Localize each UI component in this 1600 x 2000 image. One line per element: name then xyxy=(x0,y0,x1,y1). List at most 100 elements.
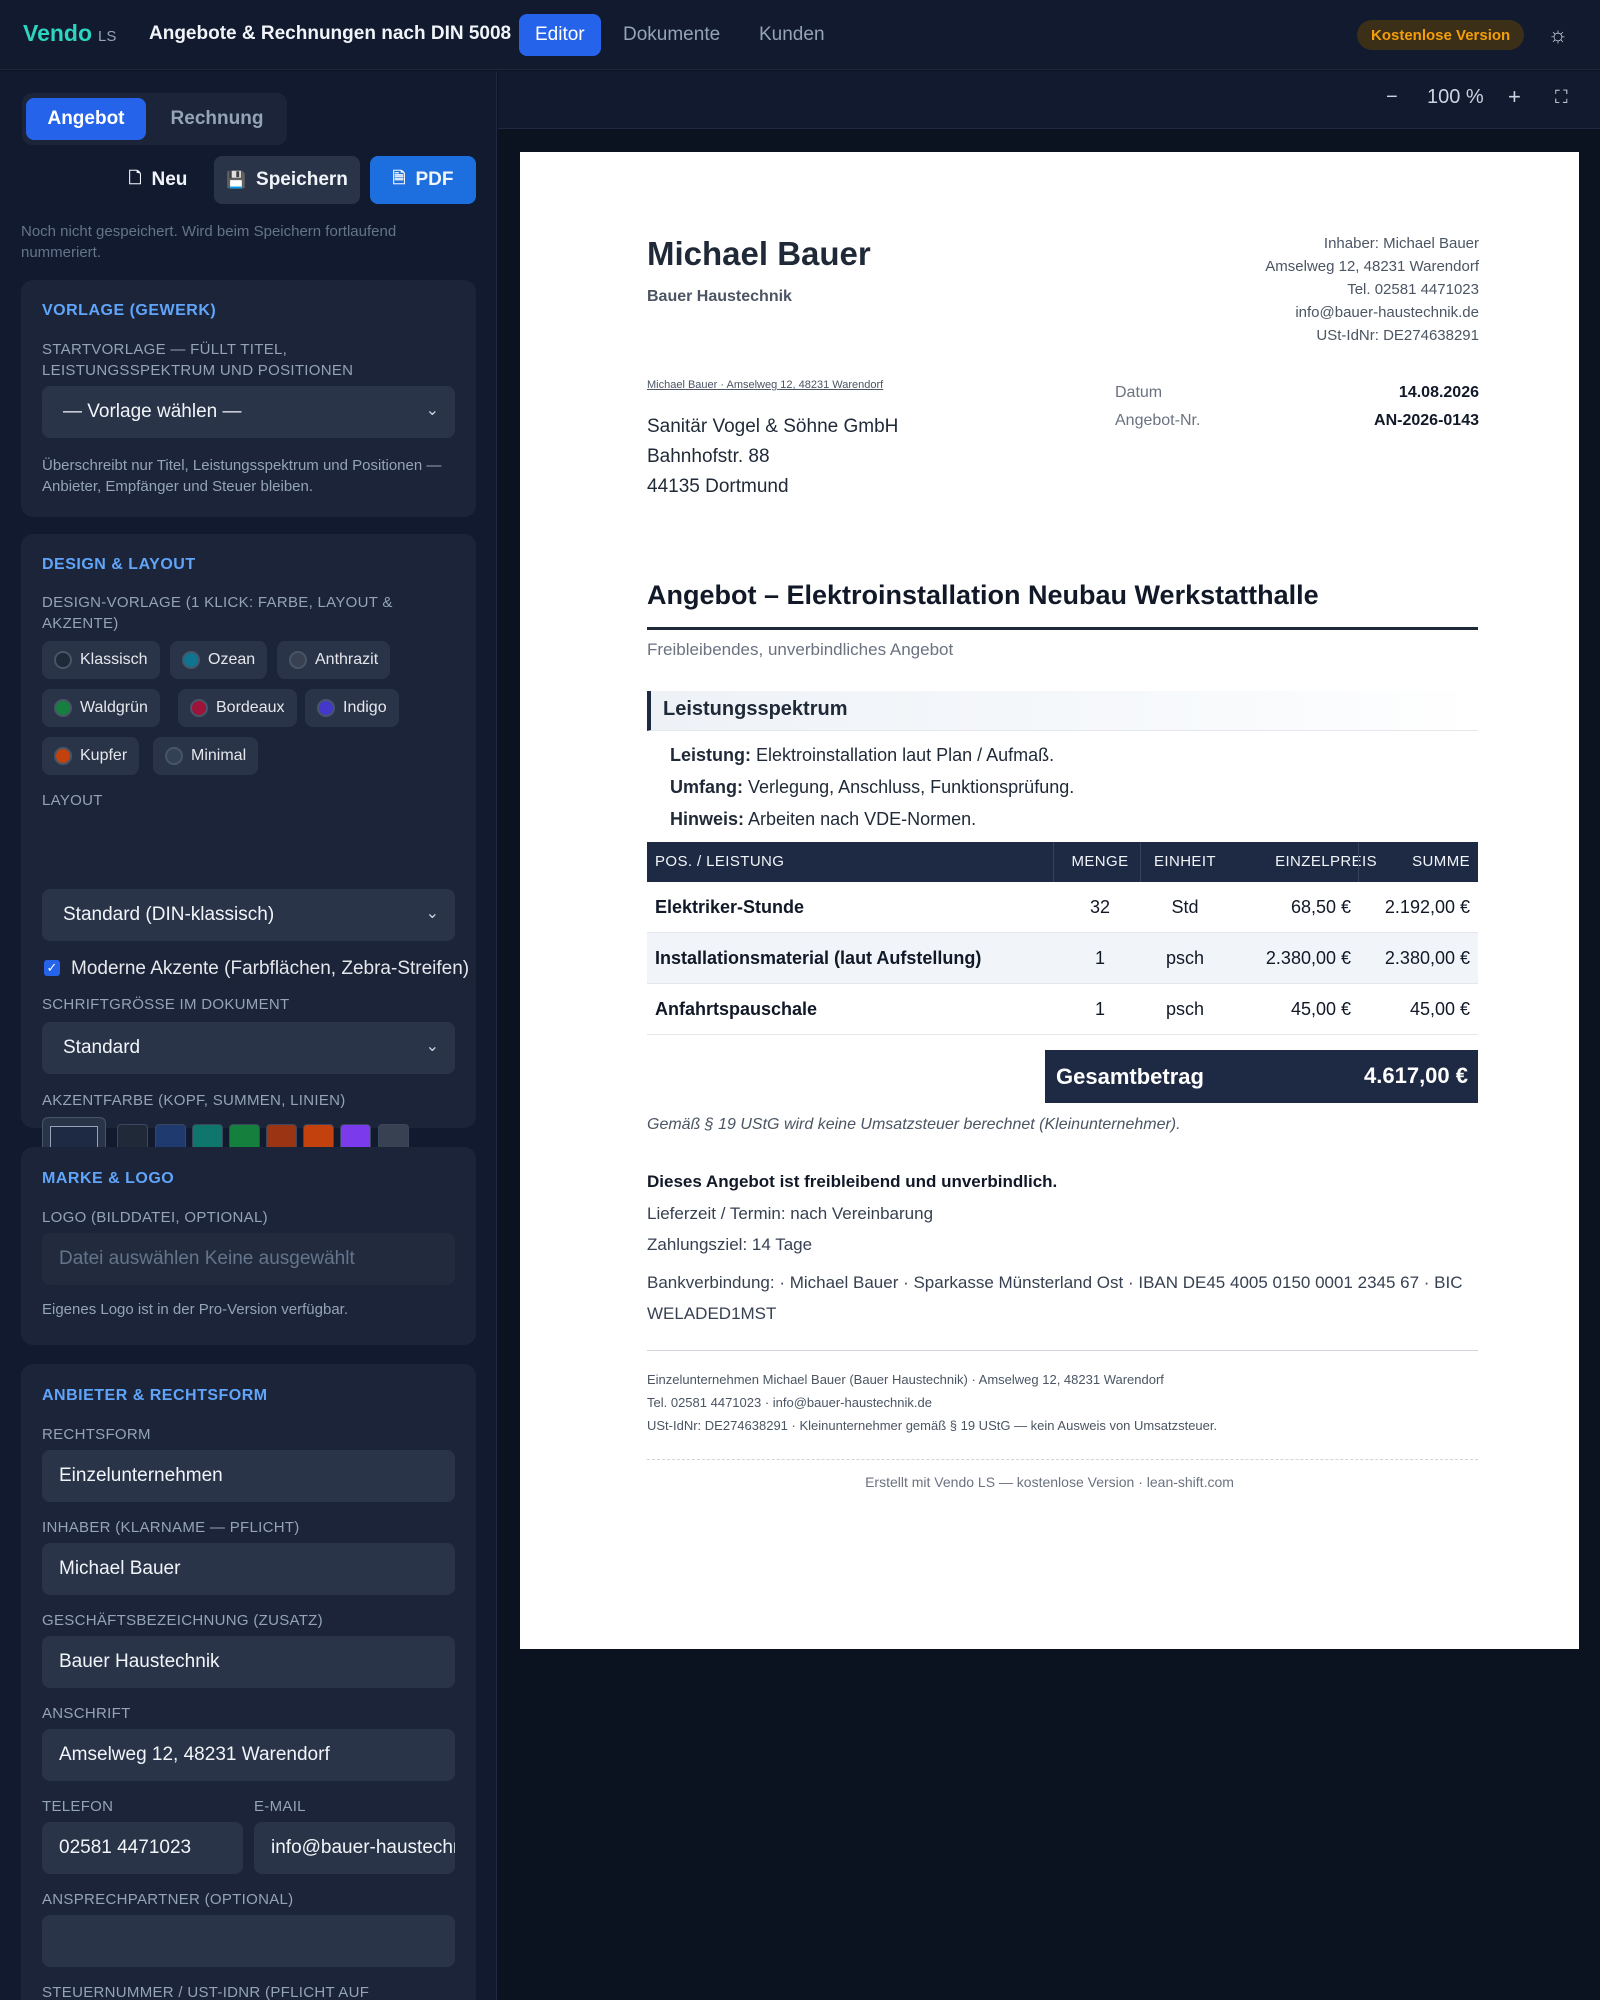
field-label: AKZENTFARBE (KOPF, SUMMEN, LINIEN) xyxy=(42,1092,346,1109)
template-select[interactable]: — Vorlage wählen — ⌄ xyxy=(42,386,455,438)
document-subtitle: Freibleibendes, unverbindliches Angebot xyxy=(647,640,954,659)
sender-company: Bauer Haustechnik xyxy=(647,288,792,305)
preset-bordeaux[interactable]: Bordeaux xyxy=(178,689,297,727)
business-name-input[interactable]: Bauer Haustechnik xyxy=(42,1636,455,1688)
color-dot xyxy=(165,747,183,765)
scope-line: Umfang: Verlegung, Anschluss, Funktionsp… xyxy=(670,777,1075,797)
field-label: GESCHÄFTSBEZEICHNUNG (ZUSATZ) xyxy=(42,1612,323,1629)
layout-select[interactable]: Standard (DIN-klassisch) ⌄ xyxy=(42,889,455,941)
pdf-button[interactable]: 🗎 PDF xyxy=(370,156,476,204)
column-header: EINZELPREIS xyxy=(1275,853,1377,870)
card-title: DESIGN & LAYOUT xyxy=(42,556,196,573)
cell-qty: 1 xyxy=(1094,999,1105,1019)
column-header: MENGE xyxy=(1071,853,1129,870)
bank-details: Bankverbindung: · Michael Bauer · Sparka… xyxy=(647,1273,1463,1323)
preview-toolbar: − 100 % + ⛶ xyxy=(498,71,1600,129)
field-label: INHABER (KLARNAME — PFLICHT) xyxy=(42,1519,300,1536)
zoom-in-button[interactable]: + xyxy=(1508,84,1521,110)
meta-label-date: Datum xyxy=(1115,384,1163,401)
fullscreen-icon[interactable]: ⛶ xyxy=(1555,87,1568,108)
card-title: ANBIETER & RECHTSFORM xyxy=(42,1387,268,1404)
free-version-badge[interactable]: Kostenlose Version xyxy=(1357,20,1525,50)
column-divider xyxy=(1358,842,1359,882)
modern-accents-label: Moderne Akzente (Farbflächen, Zebra-Stre… xyxy=(71,958,470,979)
logo-file-input[interactable]: Datei auswählen Keine ausgewählt xyxy=(42,1233,455,1285)
template-note: Überschreibt nur Titel, Leistungsspektru… xyxy=(42,457,442,495)
sender-block: Inhaber: Michael Bauer Amselweg 12, 4823… xyxy=(1265,232,1479,347)
modern-accents-checkbox[interactable]: ✓ xyxy=(44,960,60,976)
save-button[interactable]: 💾 Speichern xyxy=(214,156,360,204)
brand-logo-card: MARKE & LOGO LOGO (BILDDATEI, OPTIONAL) … xyxy=(21,1147,476,1345)
phone-input[interactable]: 02581 4471023 xyxy=(42,1822,243,1874)
nav-editor[interactable]: Editor xyxy=(519,14,601,56)
preset-indigo[interactable]: Indigo xyxy=(305,689,399,727)
preset-ozean[interactable]: Ozean xyxy=(170,641,268,679)
card-title: VORLAGE (GEWERK) xyxy=(42,302,217,319)
field-label: E-MAIL xyxy=(254,1798,306,1815)
title-rule xyxy=(647,627,1478,630)
terms-headline: Dieses Angebot ist freibleibend und unve… xyxy=(647,1172,1058,1191)
sender-line: info@bauer-haustechnik.de xyxy=(1295,304,1479,321)
color-dot xyxy=(182,651,200,669)
sender-line: Amselweg 12, 48231 Warendorf xyxy=(1265,258,1479,275)
field-label: STEUERNUMMER / UST-IDNR (PFLICHT AUF xyxy=(42,1984,370,2000)
cell-desc: Elektriker-Stunde xyxy=(655,897,805,917)
nav-customers[interactable]: Kunden xyxy=(743,14,841,56)
save-icon: 💾 xyxy=(226,172,247,189)
chevron-down-icon: ⌄ xyxy=(425,1038,439,1055)
field-label: LOGO (BILDDATEI, OPTIONAL) xyxy=(42,1209,268,1226)
new-button[interactable]: 🗋 Neu xyxy=(112,156,204,204)
field-label: SCHRIFTGRÖSSE IM DOKUMENT xyxy=(42,996,290,1013)
footer-line: Tel. 02581 4471023 · info@bauer-haustech… xyxy=(647,1395,932,1410)
cell-qty: 32 xyxy=(1089,897,1111,917)
preset-minimal[interactable]: Minimal xyxy=(153,737,259,775)
brand-suffix: LS xyxy=(98,28,117,45)
cell-qty: 1 xyxy=(1094,948,1105,968)
recipient-line: Bahnhofstr. 88 xyxy=(647,446,770,467)
legal-form-input[interactable]: Einzelunternehmen xyxy=(42,1450,455,1502)
column-header: EINHEIT xyxy=(1154,853,1216,870)
cell-price: 45,00 € xyxy=(1290,999,1351,1019)
contact-person-input[interactable] xyxy=(42,1915,455,1967)
column-header: POS. / LEISTUNG xyxy=(655,853,785,870)
doc-type-toggle: Angebot Rechnung xyxy=(22,93,287,145)
sender-line: USt-IdNr: DE274638291 xyxy=(1316,327,1479,344)
preset-anthrazit[interactable]: Anthrazit xyxy=(277,641,391,679)
doctype-rechnung[interactable]: Rechnung xyxy=(152,98,282,140)
preset-klassisch[interactable]: Klassisch xyxy=(42,641,160,679)
cell-desc: Installationsmaterial (laut Aufstellung) xyxy=(655,948,982,968)
owner-input[interactable]: Michael Bauer xyxy=(42,1543,455,1595)
sun-icon[interactable]: ☼ xyxy=(1545,22,1571,48)
document-title: Angebot – Elektroinstallation Neubau Wer… xyxy=(647,580,1319,610)
chevron-down-icon: ⌄ xyxy=(425,402,439,419)
nav-documents[interactable]: Dokumente xyxy=(607,14,736,56)
zoom-level: 100 % xyxy=(1427,86,1484,108)
brand-logo[interactable]: Vendo LS xyxy=(23,20,116,47)
cell-sum: 2.192,00 € xyxy=(1384,897,1470,917)
table-row: Anfahrtspauschale 1 psch 45,00 € 45,00 € xyxy=(647,984,1478,1035)
column-divider xyxy=(1053,842,1054,882)
color-dot xyxy=(289,651,307,669)
cell-price: 2.380,00 € xyxy=(1265,948,1351,968)
chevron-down-icon: ⌄ xyxy=(425,905,439,922)
sender-line: Tel. 02581 4471023 xyxy=(1347,281,1479,298)
email-input[interactable]: info@bauer-haustechnik.de xyxy=(254,1822,455,1874)
footer-line: Einzelunternehmen Michael Bauer (Bauer H… xyxy=(647,1372,1164,1387)
preset-waldgruen[interactable]: Waldgrün xyxy=(42,689,160,727)
field-label: RECHTSFORM xyxy=(42,1426,151,1443)
field-label: ANSCHRIFT xyxy=(42,1705,131,1722)
color-dot xyxy=(54,651,72,669)
color-dot xyxy=(54,747,72,765)
tax-note: Gemäß § 19 UStG wird keine Umsatzsteuer … xyxy=(647,1116,1181,1133)
color-dot xyxy=(317,699,335,717)
sender-line: Inhaber: Michael Bauer xyxy=(1323,235,1479,252)
terms-line: Lieferzeit / Termin: nach Vereinbarung xyxy=(647,1204,934,1223)
doctype-angebot[interactable]: Angebot xyxy=(26,98,146,140)
address-input[interactable]: Amselweg 12, 48231 Warendorf xyxy=(42,1729,455,1781)
save-hint: Noch nicht gespeichert. Wird beim Speich… xyxy=(21,223,397,261)
preset-kupfer[interactable]: Kupfer xyxy=(42,737,140,775)
new-file-icon: 🗋 xyxy=(128,169,142,187)
font-size-select[interactable]: Standard ⌄ xyxy=(42,1022,455,1074)
zoom-out-button[interactable]: − xyxy=(1386,86,1398,109)
meta-value-date: 14.08.2026 xyxy=(1398,384,1479,401)
